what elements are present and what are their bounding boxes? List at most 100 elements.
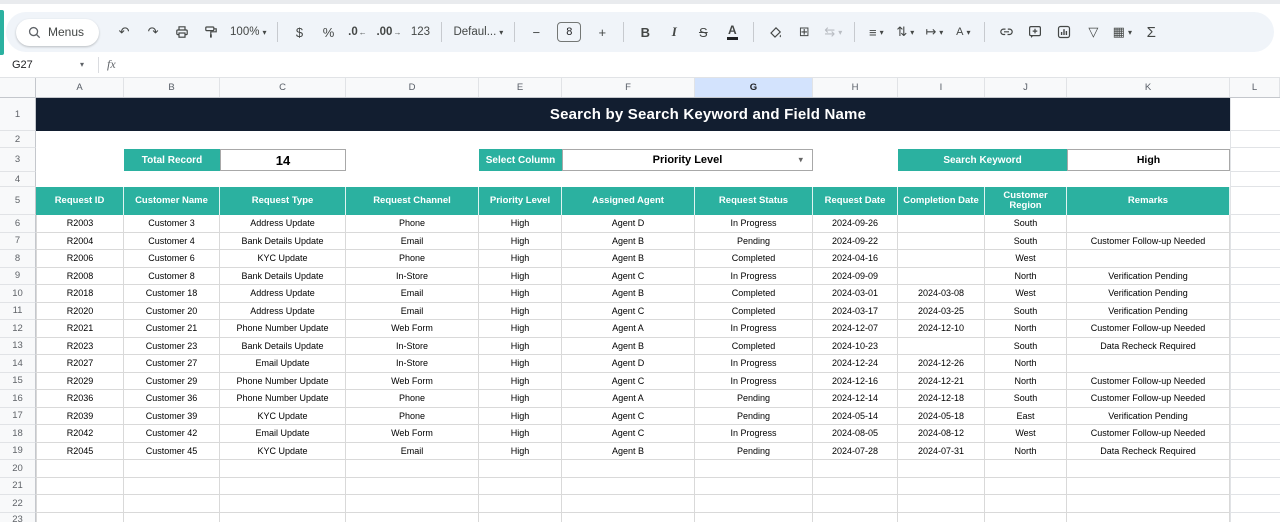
row-header-6[interactable]: 6 (0, 215, 36, 233)
font-size-input[interactable]: 8 (557, 22, 582, 42)
cell[interactable]: Email Update (220, 355, 346, 373)
column-header-K[interactable]: K (1067, 78, 1230, 97)
cell[interactable]: 2024-09-26 (813, 215, 898, 233)
row-header-5[interactable]: 5 (0, 187, 36, 215)
row-header-8[interactable]: 8 (0, 250, 36, 268)
cell[interactable]: 2024-07-28 (813, 442, 898, 460)
cell[interactable]: Email (346, 442, 479, 460)
cell[interactable] (1230, 495, 1280, 513)
cell[interactable]: Customer Follow-up Needed (1067, 372, 1230, 390)
cell[interactable]: 2024-12-21 (898, 372, 985, 390)
cell[interactable] (1230, 187, 1280, 215)
undo-button[interactable]: ↶ (114, 19, 134, 45)
cell[interactable]: Customer 45 (124, 442, 220, 460)
cell[interactable]: South (985, 215, 1067, 233)
cell[interactable] (346, 148, 479, 172)
cell[interactable]: Customer 36 (124, 390, 220, 408)
cell[interactable]: 2024-12-18 (898, 390, 985, 408)
cell[interactable]: 2024-12-16 (813, 372, 898, 390)
cell[interactable]: High (479, 355, 562, 373)
row-header-11[interactable]: 11 (0, 302, 36, 320)
name-box[interactable]: G27 ▾ (12, 59, 90, 71)
cell[interactable]: High (479, 337, 562, 355)
cell[interactable] (1230, 407, 1280, 425)
cell[interactable] (1230, 320, 1280, 338)
cell[interactable] (562, 460, 695, 478)
cell[interactable] (1230, 302, 1280, 320)
percent-format-button[interactable]: % (318, 19, 338, 45)
cell[interactable]: 2024-09-22 (813, 232, 898, 250)
cell[interactable]: South (985, 232, 1067, 250)
cell[interactable]: High (479, 232, 562, 250)
row-header-19[interactable]: 19 (0, 442, 36, 460)
cell[interactable] (1230, 425, 1280, 443)
column-header-F[interactable]: F (562, 78, 695, 97)
cell[interactable]: Customer Follow-up Needed (1067, 320, 1230, 338)
cell[interactable]: In Progress (695, 372, 813, 390)
cell[interactable]: In Progress (695, 320, 813, 338)
cell[interactable] (346, 460, 479, 478)
row-header-12[interactable]: 12 (0, 320, 36, 338)
cell[interactable]: Agent A (562, 320, 695, 338)
cell[interactable] (1067, 250, 1230, 268)
cell[interactable] (813, 495, 898, 513)
cell[interactable]: Web Form (346, 425, 479, 443)
decrease-decimal-button[interactable]: .0 ← (347, 19, 367, 45)
cell[interactable]: Agent C (562, 302, 695, 320)
cell[interactable] (479, 495, 562, 513)
cell[interactable]: In Progress (695, 425, 813, 443)
create-filter-button[interactable]: ▽ (1083, 19, 1103, 45)
cell[interactable]: Customer Follow-up Needed (1067, 232, 1230, 250)
cell[interactable] (898, 460, 985, 478)
row-header-17[interactable]: 17 (0, 407, 36, 425)
cell[interactable]: Customer 8 (124, 267, 220, 285)
functions-button[interactable]: Σ (1141, 19, 1161, 45)
cell[interactable]: High (479, 267, 562, 285)
cell[interactable] (1230, 250, 1280, 268)
cell[interactable] (1230, 390, 1280, 408)
cell[interactable]: Address Update (220, 215, 346, 233)
cell[interactable] (695, 460, 813, 478)
cell[interactable]: R2042 (36, 425, 124, 443)
cell[interactable]: High (479, 407, 562, 425)
cell[interactable] (1067, 460, 1230, 478)
cell[interactable] (124, 477, 220, 495)
insert-link-button[interactable] (996, 19, 1016, 45)
italic-button[interactable]: I (664, 19, 684, 45)
cell[interactable] (346, 495, 479, 513)
cell[interactable] (36, 495, 124, 513)
cell[interactable] (985, 460, 1067, 478)
cell[interactable] (124, 495, 220, 513)
cell[interactable] (36, 131, 1230, 148)
fill-color-button[interactable] (765, 19, 785, 45)
cell[interactable]: High (479, 285, 562, 303)
text-color-button[interactable]: A (722, 19, 742, 45)
cell[interactable] (220, 477, 346, 495)
cell[interactable]: Web Form (346, 320, 479, 338)
cell[interactable]: 2024-12-07 (813, 320, 898, 338)
cell[interactable]: Completed (695, 250, 813, 268)
cell[interactable] (346, 477, 479, 495)
column-header-A[interactable]: A (36, 78, 124, 97)
cell[interactable] (1230, 215, 1280, 233)
cell[interactable]: In-Store (346, 337, 479, 355)
borders-button[interactable]: ⊞ (794, 19, 814, 45)
column-header-L[interactable]: L (1230, 78, 1280, 97)
cell[interactable]: 2024-12-26 (898, 355, 985, 373)
cell[interactable]: R2003 (36, 215, 124, 233)
cell[interactable]: 2024-10-23 (813, 337, 898, 355)
cell[interactable] (813, 477, 898, 495)
cell[interactable]: R2029 (36, 372, 124, 390)
cell[interactable] (1067, 355, 1230, 373)
cell[interactable] (1230, 267, 1280, 285)
cell[interactable]: Data Recheck Required (1067, 337, 1230, 355)
cell[interactable] (479, 460, 562, 478)
cell[interactable]: In-Store (346, 267, 479, 285)
cell[interactable]: South (985, 390, 1067, 408)
cell[interactable]: Completed (695, 337, 813, 355)
cell[interactable]: High (479, 442, 562, 460)
cell[interactable]: 2024-08-12 (898, 425, 985, 443)
cell[interactable]: Phone Number Update (220, 390, 346, 408)
cell[interactable]: Address Update (220, 285, 346, 303)
cell[interactable]: Customer 21 (124, 320, 220, 338)
